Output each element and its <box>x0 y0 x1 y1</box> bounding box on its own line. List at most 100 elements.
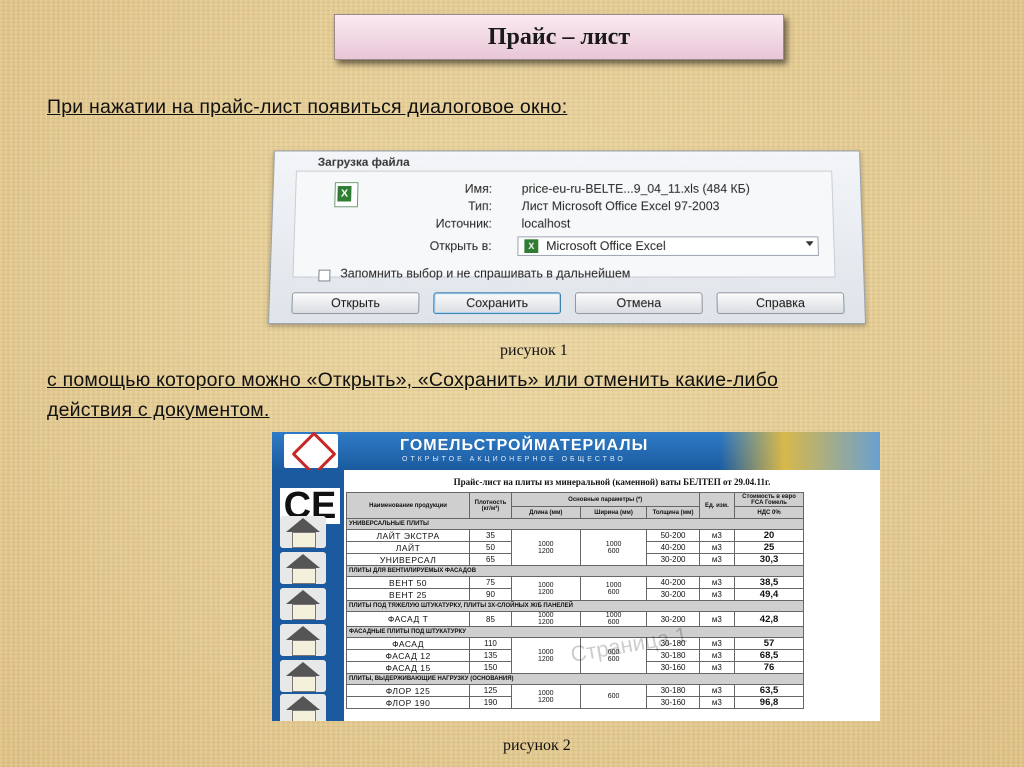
source-label: Источник: <box>363 217 492 231</box>
source-value: localhost <box>522 217 571 231</box>
product-name-cell: ФАСАД Т <box>347 612 470 627</box>
price-cell: 57 <box>735 638 804 650</box>
col-density: Плотность (кг/м³) <box>470 493 512 519</box>
file-download-dialog: Загрузка файла Имя: price-eu-ru-BELTE...… <box>268 151 866 324</box>
unit-cell: м3 <box>699 589 734 601</box>
slide-title: Прайс – лист <box>334 14 784 60</box>
price-table: Наименование продукции Плотность (кг/м³)… <box>346 492 804 709</box>
save-button[interactable]: Сохранить <box>433 292 561 314</box>
explain-line-1: с помощью которого можно «Открыть», «Сох… <box>47 369 778 392</box>
col-length: Длина (мм) <box>511 507 580 519</box>
density-cell: 90 <box>470 589 512 601</box>
density-cell: 125 <box>470 685 512 697</box>
col-thickness: Толщина (мм) <box>647 507 699 519</box>
col-price: Стоимость в евро FCA Гомель <box>735 493 804 507</box>
density-cell: 110 <box>470 638 512 650</box>
col-width: Ширина (мм) <box>580 507 647 519</box>
price-cell: 25 <box>735 542 804 554</box>
company-subtitle: ОТКРЫТОЕ АКЦИОНЕРНОЕ ОБЩЕСТВО <box>402 456 626 463</box>
company-logo <box>284 434 338 468</box>
density-cell: 35 <box>470 530 512 542</box>
excel-app-icon: X <box>524 239 538 253</box>
width-cell: 1000 600 <box>580 530 647 566</box>
density-cell: 190 <box>470 697 512 709</box>
building-photo <box>720 432 880 470</box>
house-icon <box>280 552 326 584</box>
density-cell: 135 <box>470 650 512 662</box>
col-main-params: Основные параметры (*) <box>511 493 699 507</box>
unit-cell: м3 <box>699 554 734 566</box>
excel-file-icon <box>334 182 358 207</box>
price-cell: 76 <box>735 662 804 674</box>
right-blank-area <box>804 492 880 721</box>
density-cell: 85 <box>470 612 512 627</box>
open-with-value: Microsoft Office Excel <box>546 239 666 253</box>
house-icon <box>280 588 326 620</box>
product-name-cell: ФАСАД 15 <box>347 662 470 674</box>
price-cell: 20 <box>735 530 804 542</box>
col-vat: НДС 0% <box>735 507 804 519</box>
category-row: УНИВЕРСАЛЬНЫЕ ПЛИТЫ <box>347 519 804 530</box>
unit-cell: м3 <box>699 697 734 709</box>
table-row: ЛАЙТ ЭКСТРА 35 1000 1200 1000 600 50-200 м3 20 <box>347 530 804 542</box>
length-cell: 1000 1200 <box>511 612 580 627</box>
length-cell: 1000 1200 <box>511 577 580 601</box>
house-icon <box>280 624 326 656</box>
unit-cell: м3 <box>699 662 734 674</box>
category-row: ПЛИТЫ ДЛЯ ВЕНТИЛИРУЕМЫХ ФАСАДОВ <box>347 566 804 577</box>
product-name-cell: ФАСАД <box>347 638 470 650</box>
type-value: Лист Microsoft Office Excel 97-2003 <box>522 200 720 214</box>
price-list-title: Прайс-лист на плиты из минеральной (каме… <box>344 472 880 492</box>
type-label: Тип: <box>364 200 492 214</box>
product-name-cell: ЛАЙТ ЭКСТРА <box>347 530 470 542</box>
price-cell: 42,8 <box>735 612 804 627</box>
open-with-label: Открыть в: <box>363 239 492 253</box>
price-cell: 68,5 <box>735 650 804 662</box>
price-cell: 96,8 <box>735 697 804 709</box>
house-icon <box>280 516 326 548</box>
price-list-header: ГОМЕЛЬСТРОЙМАТЕРИАЛЫ ОТКРЫТОЕ АКЦИОНЕРНО… <box>272 432 880 470</box>
house-icon <box>280 694 326 721</box>
cancel-button[interactable]: Отмена <box>575 292 703 314</box>
width-cell: 1000 600 <box>580 577 647 601</box>
company-name: ГОМЕЛЬСТРОЙМАТЕРИАЛЫ <box>400 437 648 455</box>
product-name-cell: ФЛОР 190 <box>347 697 470 709</box>
col-unit: Ед. изм. <box>699 493 734 519</box>
help-button[interactable]: Справка <box>716 292 844 314</box>
remember-label[interactable]: Запомнить выбор и не спрашивать в дальне… <box>340 267 630 281</box>
category-row: ПЛИТЫ ПОД ТЯЖЕЛУЮ ШТУКАТУРКУ, ПЛИТЫ 3Х-С… <box>347 601 804 612</box>
name-label: Имя: <box>364 182 492 195</box>
explain-line-2: действия с документом. <box>47 399 270 422</box>
product-name-cell: ВЕНТ 50 <box>347 577 470 589</box>
product-name-cell: ФЛОР 125 <box>347 685 470 697</box>
product-name-cell: УНИВЕРСАЛ <box>347 554 470 566</box>
thickness-cell: 30-200 <box>647 589 699 601</box>
length-cell: 1000 1200 <box>511 530 580 566</box>
price-cell: 63,5 <box>735 685 804 697</box>
thickness-cell: 30-200 <box>647 554 699 566</box>
density-cell: 150 <box>470 662 512 674</box>
col-name: Наименование продукции <box>347 493 470 519</box>
table-row: ФЛОР 125 125 1000 1200 600 30-180 м3 63,5 <box>347 685 804 697</box>
unit-cell: м3 <box>699 542 734 554</box>
price-list-image: ГОМЕЛЬСТРОЙМАТЕРИАЛЫ ОТКРЫТОЕ АКЦИОНЕРНО… <box>272 432 880 721</box>
dialog-title: Загрузка файла <box>318 155 410 168</box>
product-name-cell: ВЕНТ 25 <box>347 589 470 601</box>
width-cell: 1000 600 <box>580 612 647 627</box>
category-row: ПЛИТЫ, ВЫДЕРЖИВАЮЩИЕ НАГРУЗКУ (ОСНОВАНИЯ… <box>347 674 804 685</box>
figure1-caption: рисунок 1 <box>500 342 568 360</box>
remember-checkbox[interactable] <box>318 270 330 282</box>
figure2-caption: рисунок 2 <box>503 737 571 755</box>
unit-cell: м3 <box>699 638 734 650</box>
table-row: ВЕНТ 50 75 1000 1200 1000 600 40-200 м3 38,5 <box>347 577 804 589</box>
open-button[interactable]: Открыть <box>291 292 419 314</box>
unit-cell: м3 <box>699 530 734 542</box>
thickness-cell: 30-160 <box>647 697 699 709</box>
unit-cell: м3 <box>699 685 734 697</box>
unit-cell: м3 <box>699 577 734 589</box>
density-cell: 75 <box>470 577 512 589</box>
open-with-select[interactable]: X Microsoft Office Excel <box>517 236 819 256</box>
intro-text: При нажатии на прайс-лист появиться диал… <box>47 96 567 119</box>
density-cell: 65 <box>470 554 512 566</box>
thickness-cell: 50-200 <box>647 530 699 542</box>
